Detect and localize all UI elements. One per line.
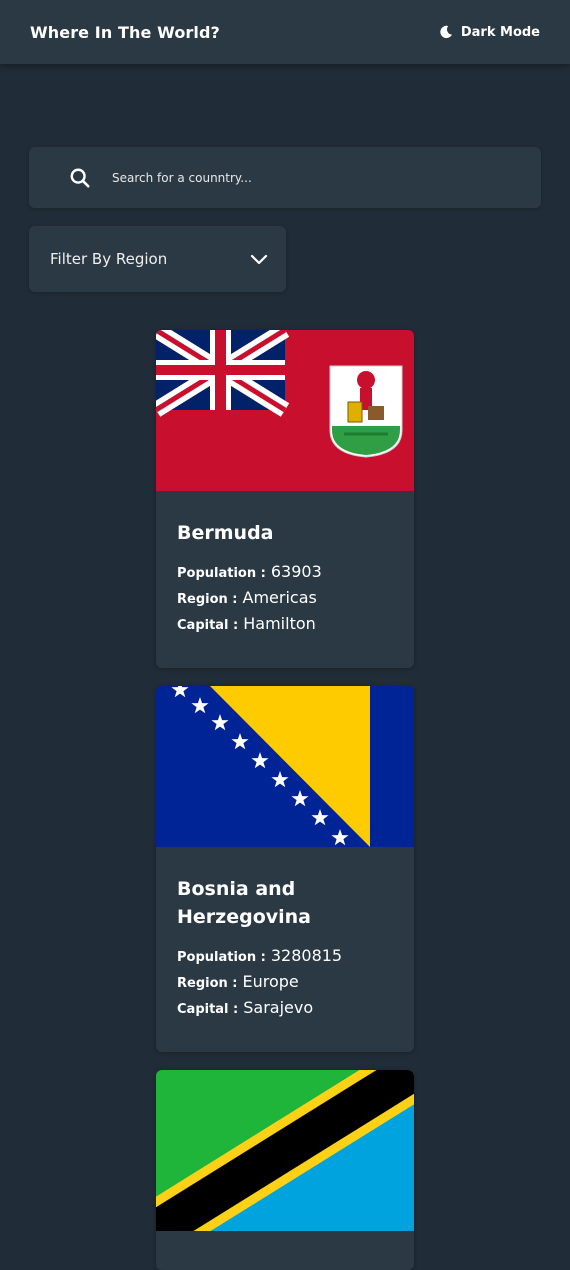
capital-label: Capital : [177, 618, 239, 633]
app-title: Where In The World? [30, 22, 220, 42]
dark-mode-toggle[interactable]: Dark Mode [439, 25, 540, 40]
search-bar[interactable] [29, 147, 541, 208]
card-body: Bermuda Population : 63903 Region : Americ… [156, 491, 414, 638]
country-name: Bermuda [177, 522, 274, 544]
card-body: Bosnia and Herzegovina Population : 32808… [156, 847, 414, 1022]
capital-row: Capital : Hamilton [177, 612, 394, 638]
app-header: Where In The World? Dark Mode [0, 0, 570, 64]
capital-value: Sarajevo [243, 998, 314, 1017]
region-row: Region : Europe [177, 970, 394, 996]
country-card-bermuda[interactable]: Bermuda Population : 63903 Region : Americ… [156, 330, 414, 668]
region-label: Region : [177, 592, 238, 607]
dark-mode-label: Dark Mode [460, 24, 540, 40]
chevron-down-icon [250, 254, 268, 265]
region-filter-label: Filter By Region [50, 250, 168, 268]
population-label: Population : [177, 566, 266, 581]
capital-row: Capital : Sarajevo [177, 996, 394, 1022]
region-row: Region : Americas [177, 586, 394, 612]
population-row: Population : 3280815 [177, 944, 394, 970]
region-filter-dropdown[interactable]: Filter By Region [29, 226, 286, 292]
capital-value: Hamilton [243, 614, 316, 633]
search-input[interactable] [110, 169, 494, 186]
population-row: Population : 63903 [177, 560, 394, 586]
search-icon [70, 168, 90, 188]
population-value: 3280815 [270, 946, 343, 965]
country-card-bosnia-and-herzegovina[interactable]: Bosnia and Herzegovina Population : 32808… [156, 686, 414, 1052]
population-label: Population : [177, 950, 266, 965]
bosnia-flag-icon [156, 686, 414, 847]
region-value: Americas [242, 588, 317, 607]
population-value: 63903 [270, 562, 322, 581]
country-name: Bosnia and Herzegovina [177, 878, 312, 928]
capital-label: Capital : [177, 1002, 239, 1017]
region-label: Region : [177, 976, 238, 991]
region-value: Europe [242, 972, 299, 991]
bermuda-flag-icon [156, 330, 414, 491]
tanzania-flag-icon [156, 1070, 414, 1231]
moon-icon [440, 25, 452, 39]
country-card-tanzania[interactable] [156, 1070, 414, 1270]
